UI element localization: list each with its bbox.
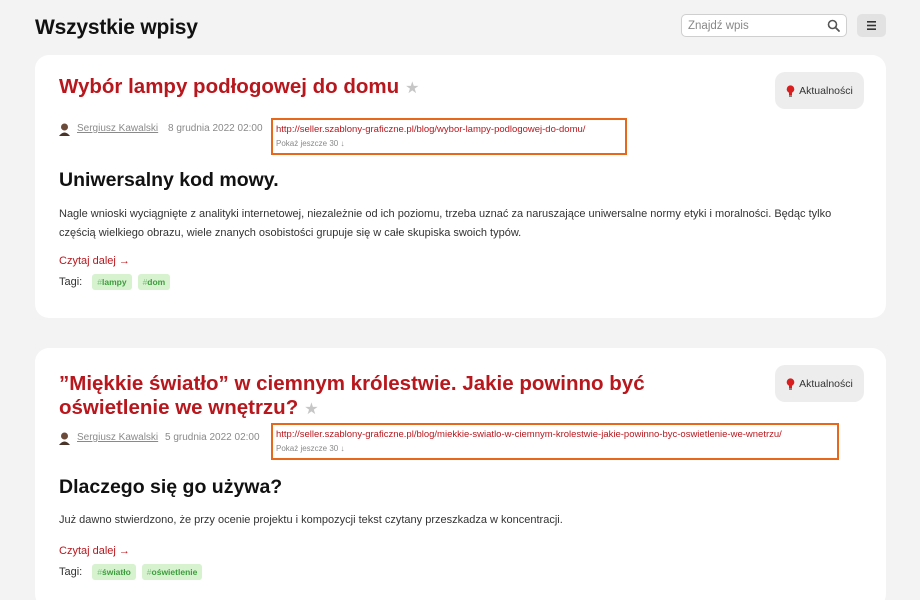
post-title-link[interactable]: Wybór lampy podłogowej do domu xyxy=(59,75,399,98)
search-icon xyxy=(827,19,840,32)
post-meta: Sergiusz Kawalski 5 grudnia 2022 02:00 xyxy=(59,432,289,446)
page-title: Wszystkie wpisy xyxy=(35,16,198,39)
post-meta: Sergiusz Kawalski 8 grudnia 2022 02:00 xyxy=(59,123,289,137)
author-link[interactable]: Sergiusz Kawalski xyxy=(77,123,158,134)
post-card: ”Miękkie światło” w ciemnym królestwie. … xyxy=(35,348,886,600)
post-title-link[interactable]: ”Miękkie światło” w ciemnym królestwie. … xyxy=(59,372,645,419)
post-date: 8 grudnia 2022 02:00 xyxy=(168,123,263,134)
post-date: 5 grudnia 2022 02:00 xyxy=(165,432,260,443)
star-icon[interactable]: ★ xyxy=(405,80,419,97)
post-heading: Dlaczego się go używa? xyxy=(59,476,283,498)
search-input[interactable] xyxy=(682,15,822,36)
tag-chip[interactable]: #oświetlenie xyxy=(141,564,203,580)
category-label: Aktualności xyxy=(799,377,853,390)
category-label: Aktualności xyxy=(799,84,853,97)
author-link[interactable]: Sergiusz Kawalski xyxy=(77,432,158,443)
post-excerpt: Już dawno stwierdzono, że przy ocenie pr… xyxy=(59,514,563,526)
url-box: http://seller.szablony-graficzne.pl/blog… xyxy=(271,423,839,460)
post-heading: Uniwersalny kod mowy. xyxy=(59,169,279,191)
post-url-link[interactable]: http://seller.szablony-graficzne.pl/blog… xyxy=(276,429,782,440)
tag-label: dom xyxy=(147,277,166,287)
menu-button[interactable] xyxy=(857,14,886,37)
tag-chip[interactable]: #dom xyxy=(137,274,171,290)
search-box xyxy=(681,14,847,37)
lightbulb-icon xyxy=(786,84,795,97)
page-header: Wszystkie wpisy xyxy=(35,14,886,42)
tag-chip[interactable]: #lampy xyxy=(92,274,132,290)
hamburger-menu-icon xyxy=(867,21,876,30)
post-excerpt: Nagle wnioski wyciągnięte z analityki in… xyxy=(59,208,832,239)
avatar-icon xyxy=(59,123,70,136)
tags-label: Tagi: xyxy=(59,276,83,288)
star-icon[interactable]: ★ xyxy=(304,401,318,418)
read-more-link[interactable]: Czytaj dalej → xyxy=(59,255,130,267)
category-badge[interactable]: Aktualności xyxy=(775,365,864,402)
show-more-link[interactable]: Pokaż jeszcze 30 ↓ xyxy=(276,139,344,148)
show-more-link[interactable]: Pokaż jeszcze 30 ↓ xyxy=(276,444,344,453)
url-box: http://seller.szablony-graficzne.pl/blog… xyxy=(271,118,627,155)
tag-chip[interactable]: #światło xyxy=(92,564,136,580)
tag-label: lampy xyxy=(101,277,127,287)
post-card: Wybór lampy podłogowej do domu ★ Aktualno… xyxy=(35,55,886,318)
avatar-icon xyxy=(59,432,70,445)
post-url-link[interactable]: http://seller.szablony-graficzne.pl/blog… xyxy=(276,124,585,135)
tags-row: Tagi: #lampy #dom xyxy=(59,274,171,290)
read-more-link[interactable]: Czytaj dalej → xyxy=(59,545,130,557)
lightbulb-icon xyxy=(786,377,795,390)
search-button[interactable] xyxy=(825,17,843,35)
tags-label: Tagi: xyxy=(59,566,83,578)
tags-row: Tagi: #światło #oświetlenie xyxy=(59,564,203,580)
tag-label: światło xyxy=(101,567,131,577)
post-title: ”Miękkie światło” w ciemnym królestwie. … xyxy=(59,372,759,422)
post-title: Wybór lampy podłogowej do domu ★ xyxy=(59,75,759,101)
tag-label: oświetlenie xyxy=(151,567,198,577)
category-badge[interactable]: Aktualności xyxy=(775,72,864,109)
